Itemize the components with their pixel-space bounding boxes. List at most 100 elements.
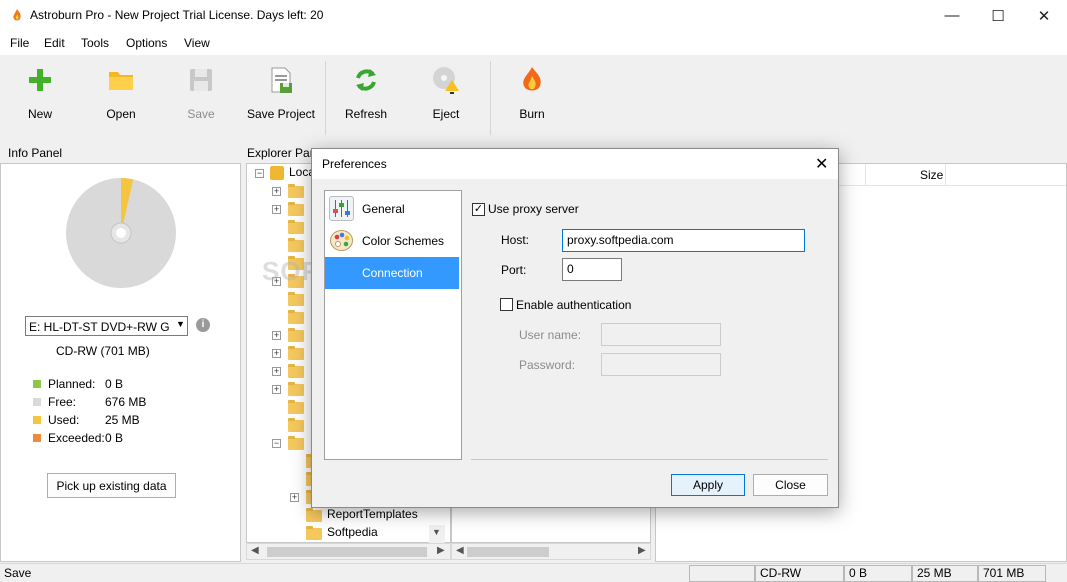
expand-toggle[interactable]: +: [272, 187, 281, 196]
status-media: CD-RW: [755, 565, 844, 582]
save-project-button[interactable]: Save Project: [241, 55, 321, 135]
port-field[interactable]: 0: [562, 258, 622, 281]
free-value: 676 MB: [105, 395, 147, 409]
apply-button[interactable]: Apply: [671, 474, 745, 496]
burn-label: Burn: [519, 107, 545, 121]
folder-icon: [288, 202, 304, 216]
tree-scroll-down[interactable]: ▼: [429, 525, 445, 543]
pick-up-existing-data-button[interactable]: Pick up existing data: [47, 473, 176, 498]
window-close-button[interactable]: ✕: [1021, 0, 1067, 31]
menu-options[interactable]: Options: [126, 36, 167, 50]
minimize-button[interactable]: —: [929, 0, 975, 31]
dialog-close-icon[interactable]: ✕: [815, 154, 828, 174]
refresh-button[interactable]: Refresh: [331, 55, 401, 135]
host-field[interactable]: proxy.softpedia.com: [562, 229, 805, 252]
used-value: 25 MB: [105, 413, 140, 427]
toolbar-separator: [325, 61, 326, 135]
refresh-icon: [351, 65, 381, 95]
status-used: 25 MB: [912, 565, 978, 582]
exceeded-value: 0 B: [105, 431, 124, 445]
port-label: Port:: [501, 263, 527, 277]
info-icon[interactable]: i: [196, 318, 210, 332]
expand-toggle[interactable]: +: [272, 205, 281, 214]
drive-select-value: E: HL-DT-ST DVD+-RW GT32N: [29, 320, 169, 334]
floppy-disk-icon: [186, 65, 216, 95]
save-label: Save: [187, 107, 215, 121]
folder-icon: [288, 310, 304, 324]
nav-item-connection[interactable]: Connection: [325, 257, 459, 289]
toolbar-separator: [490, 61, 491, 135]
password-label: Password:: [519, 358, 576, 372]
folder-icon: [288, 220, 304, 234]
plus-icon: [25, 65, 55, 95]
menu-edit[interactable]: Edit: [44, 36, 65, 50]
nav-item-general[interactable]: General: [325, 193, 459, 225]
menu-tools[interactable]: Tools: [81, 36, 109, 50]
column-size[interactable]: Size: [920, 168, 943, 182]
collapse-toggle[interactable]: −: [255, 169, 264, 178]
eject-button[interactable]: Eject: [411, 55, 481, 135]
preferences-nav: General Color Schemes Connection: [324, 190, 462, 460]
status-text: Save: [4, 566, 32, 580]
disc-usage-chart: [65, 177, 177, 289]
window-title: Astroburn Pro - New Project Trial Licens…: [30, 8, 324, 22]
enable-authentication-checkbox[interactable]: [500, 298, 513, 311]
password-field[interactable]: [601, 353, 721, 376]
dialog-title: Preferences: [322, 157, 387, 171]
status-cell-empty: [689, 565, 755, 582]
palette-icon: [329, 228, 354, 253]
nav-label: General: [362, 202, 405, 216]
save-project-label: Save Project: [246, 107, 316, 121]
planned-color-swatch: [33, 380, 41, 388]
free-color-swatch: [33, 398, 41, 406]
folder-icon: [288, 328, 304, 342]
new-button[interactable]: New: [5, 55, 75, 135]
folder-icon: [288, 382, 304, 396]
scroll-right-icon[interactable]: ▶: [437, 545, 445, 556]
maximize-button[interactable]: ☐: [975, 0, 1021, 31]
folder-icon: [288, 436, 304, 450]
dialog-divider: [471, 459, 828, 460]
menu-view[interactable]: View: [184, 36, 210, 50]
scroll-right-icon[interactable]: ▶: [638, 545, 646, 556]
scroll-left-icon[interactable]: ◀: [456, 545, 464, 556]
collapse-toggle[interactable]: −: [272, 439, 281, 448]
tree-folder-softpedia[interactable]: Softpedia: [327, 525, 378, 542]
folder-icon: [288, 346, 304, 360]
username-field[interactable]: [601, 323, 721, 346]
expand-toggle[interactable]: +: [272, 331, 281, 340]
scroll-left-icon[interactable]: ◀: [251, 545, 259, 556]
folder-open-icon: [106, 65, 136, 95]
tree-horizontal-scrollbar[interactable]: ◀ ▶: [246, 543, 451, 560]
drive-icon: [270, 166, 284, 180]
expand-toggle[interactable]: +: [272, 385, 281, 394]
nav-label: Connection: [362, 266, 423, 280]
scroll-thumb[interactable]: [267, 547, 427, 557]
refresh-label: Refresh: [344, 107, 388, 121]
file-list-horizontal-scrollbar[interactable]: ◀ ▶: [451, 543, 651, 560]
connection-icon: [329, 260, 354, 285]
close-button[interactable]: Close: [753, 474, 828, 496]
status-bar: Save CD-RW 0 B 25 MB 701 MB: [0, 563, 1067, 582]
app-flame-icon: [10, 8, 24, 22]
eject-disc-icon: [431, 65, 461, 95]
expand-toggle[interactable]: +: [290, 493, 299, 502]
nav-item-color-schemes[interactable]: Color Schemes: [325, 225, 459, 257]
save-button[interactable]: Save: [166, 55, 236, 135]
exceeded-color-swatch: [33, 434, 41, 442]
expand-toggle[interactable]: +: [272, 367, 281, 376]
username-label: User name:: [519, 328, 582, 342]
dialog-title-bar: Preferences ✕: [312, 149, 838, 179]
column-divider: [865, 164, 866, 186]
use-proxy-label: Use proxy server: [488, 202, 579, 216]
burn-button[interactable]: Burn: [497, 55, 567, 135]
tree-folder-reporttemplates[interactable]: ReportTemplates: [327, 507, 418, 525]
folder-icon: [288, 400, 304, 414]
use-proxy-checkbox[interactable]: ✓: [472, 203, 485, 216]
menu-file[interactable]: File: [10, 36, 29, 50]
drive-select[interactable]: E: HL-DT-ST DVD+-RW GT32N ▼: [25, 316, 188, 336]
column-divider: [945, 164, 946, 186]
open-button[interactable]: Open: [86, 55, 156, 135]
scroll-thumb[interactable]: [467, 547, 549, 557]
expand-toggle[interactable]: +: [272, 349, 281, 358]
